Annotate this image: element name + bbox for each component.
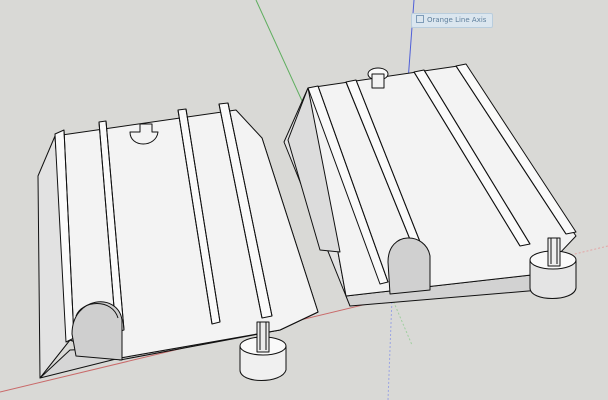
model-viewport[interactable]: Orange Line Axis xyxy=(0,0,608,400)
tooltip-text: Orange Line Axis xyxy=(427,16,487,24)
left-track-piece[interactable] xyxy=(37,102,319,381)
right-piece-front-socket xyxy=(387,237,431,295)
viewport-canvas[interactable] xyxy=(0,0,608,400)
inference-tooltip: Orange Line Axis xyxy=(411,13,494,28)
right-track-piece[interactable] xyxy=(283,63,577,307)
axis-inference-icon xyxy=(416,15,424,23)
green-axis-dashed xyxy=(391,297,413,346)
blue-axis-dashed xyxy=(387,297,393,400)
